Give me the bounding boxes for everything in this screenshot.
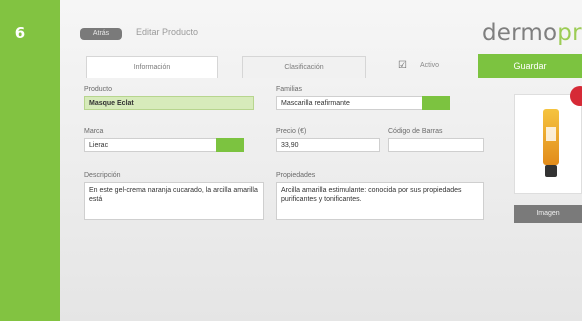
familia-field[interactable]: Mascarilla reafirmante (276, 96, 426, 110)
producto-label: Producto (84, 86, 113, 93)
save-button[interactable]: Guardar (478, 54, 582, 78)
upload-image-button[interactable]: Imagen (514, 205, 582, 223)
propiedades-label: Propiedades (276, 172, 316, 179)
product-form: Producto Masque Eclat Familias Mascarill… (76, 86, 506, 236)
descripcion-label: Descripción (84, 172, 121, 179)
marca-field[interactable]: Lierac (84, 138, 220, 152)
brand-logo-prefix: dermo (482, 20, 558, 46)
brand-logo: dermoprim (482, 20, 582, 46)
precio-label: Precio (€) (276, 128, 307, 135)
step-number: 6 (14, 24, 26, 42)
tube-cap-shape (545, 165, 557, 177)
back-button[interactable]: Atrás (80, 28, 122, 40)
tab-informacion[interactable]: Información (86, 56, 218, 78)
codigo-barras-label: Código de Barras (388, 128, 443, 135)
familia-label: Familias (276, 86, 303, 93)
tab-clasificacion[interactable]: Clasificación (242, 56, 366, 78)
brand-logo-suffix: prim (557, 20, 582, 46)
marca-label: Marca (84, 128, 104, 135)
descripcion-textarea[interactable]: En este gel-crema naranja cucarado, la a… (84, 182, 264, 220)
product-image (514, 94, 582, 194)
tab-bar: Información Clasificación ☑ Activo Guard… (60, 48, 582, 78)
active-label: Activo (420, 62, 440, 69)
familia-select-button[interactable] (422, 96, 450, 110)
page-title: Editar Producto (136, 27, 199, 37)
marca-select-button[interactable] (216, 138, 244, 152)
header: Atrás Editar Producto dermoprim (60, 18, 582, 48)
producto-field[interactable]: Masque Eclat (84, 96, 254, 110)
propiedades-textarea[interactable]: Arcilla amarilla estimulante: conocida p… (276, 182, 484, 220)
active-checkbox[interactable]: ☑ (398, 60, 407, 71)
precio-field[interactable]: 33,90 (276, 138, 380, 152)
editor-panel: Atrás Editar Producto dermoprim Informac… (60, 0, 582, 321)
codigo-barras-field[interactable] (388, 138, 484, 152)
left-sidebar: 6 (0, 0, 60, 321)
product-tube-icon (543, 109, 559, 165)
tube-label-shape (546, 127, 556, 141)
